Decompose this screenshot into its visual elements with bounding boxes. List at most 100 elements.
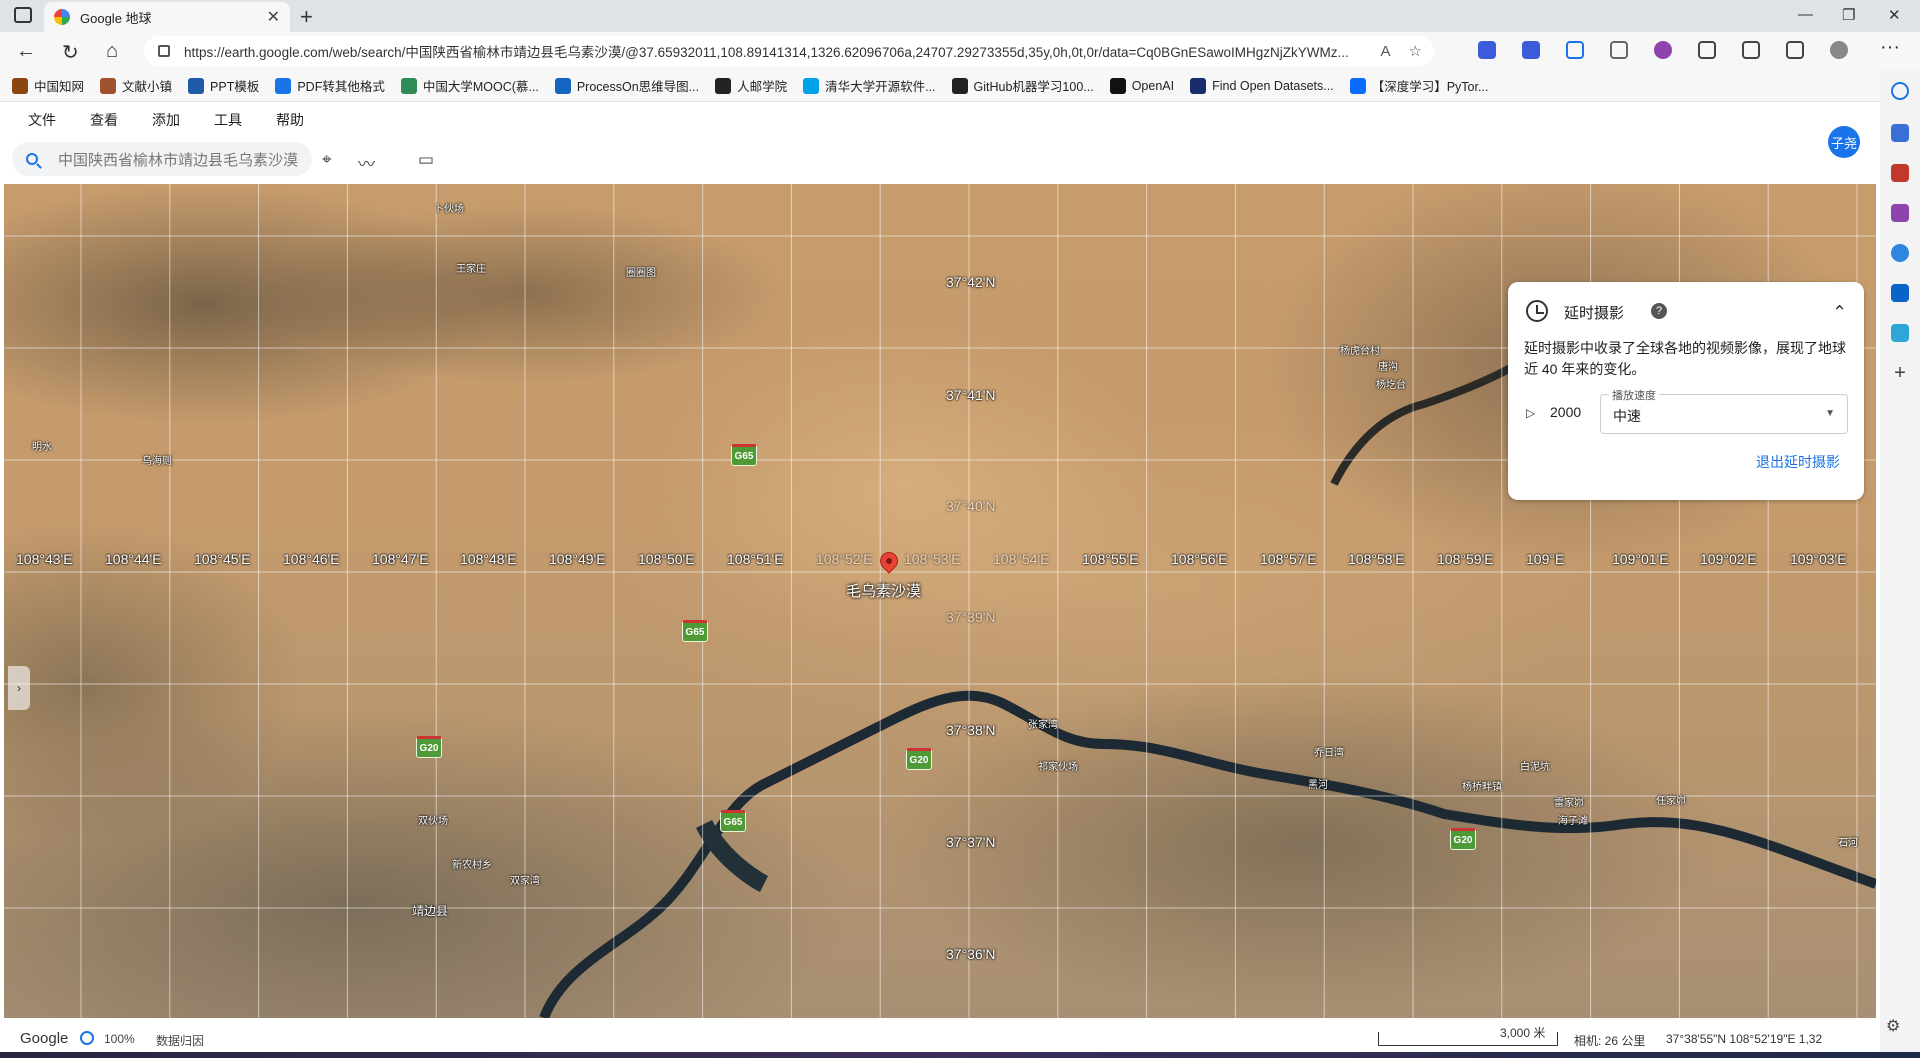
- speed-select[interactable]: 播放速度 中速 ▼: [1600, 387, 1848, 434]
- road-shield[interactable]: G20: [416, 736, 442, 758]
- place-label[interactable]: 任家峁: [1656, 792, 1686, 807]
- place-label[interactable]: 靖边县: [412, 902, 448, 919]
- bookmark[interactable]: Find Open Datasets...: [1190, 77, 1334, 94]
- satellite-map[interactable]: 108°43'E 108°44'E 108°45'E 108°46'E 108°…: [4, 184, 1876, 1018]
- history-icon: [1526, 300, 1548, 322]
- place-label[interactable]: 杨桥畔镇: [1462, 778, 1502, 793]
- favorites-icon[interactable]: [1742, 41, 1760, 59]
- bookmark[interactable]: 清华大学开源软件...: [803, 76, 936, 95]
- bookmark[interactable]: 中国知网: [12, 76, 84, 95]
- bookmark[interactable]: GitHub机器学习100...: [951, 76, 1094, 95]
- pin-label[interactable]: 毛乌素沙漠: [846, 580, 921, 601]
- menu-tools[interactable]: 工具: [214, 110, 242, 130]
- search-box[interactable]: [12, 142, 312, 176]
- place-label[interactable]: 双家湾: [510, 872, 540, 887]
- refresh-icon[interactable]: ↻: [62, 40, 79, 65]
- place-label[interactable]: 双伙场: [418, 812, 448, 827]
- bookmark[interactable]: OpenAI: [1109, 77, 1174, 94]
- menu-view[interactable]: 查看: [90, 110, 118, 130]
- add-icon[interactable]: +: [1891, 363, 1909, 383]
- more-icon[interactable]: ···: [1880, 36, 1900, 59]
- close-window-icon[interactable]: ✕: [1888, 6, 1901, 24]
- minimize-icon[interactable]: —: [1798, 6, 1813, 23]
- extensions-icon[interactable]: [1698, 41, 1716, 59]
- place-label[interactable]: 石河: [1838, 834, 1858, 849]
- games-icon[interactable]: [1891, 204, 1909, 222]
- exit-timelapse-button[interactable]: 退出延时摄影: [1756, 452, 1840, 472]
- place-label[interactable]: 新农村乡: [452, 856, 492, 871]
- lock-icon[interactable]: [158, 45, 170, 57]
- drop-icon[interactable]: [1891, 324, 1909, 342]
- url-field[interactable]: https://earth.google.com/web/search/中国陕西…: [144, 36, 1434, 66]
- extension-icon[interactable]: [1478, 41, 1496, 59]
- placemark-icon[interactable]: ⌖: [322, 150, 332, 170]
- expand-panel-icon[interactable]: ›: [8, 666, 30, 710]
- search-input[interactable]: [58, 150, 298, 168]
- favorite-star-icon[interactable]: ☆: [1409, 42, 1422, 60]
- place-label[interactable]: 圈圈图: [626, 264, 656, 279]
- road-shield[interactable]: G65: [720, 810, 746, 832]
- split-screen-icon[interactable]: [1610, 41, 1628, 59]
- restore-icon[interactable]: ❐: [1842, 6, 1855, 24]
- bookmark[interactable]: 文献小镇: [100, 76, 172, 95]
- ruler-icon[interactable]: ▭: [418, 150, 434, 170]
- place-label[interactable]: 明水: [32, 438, 52, 453]
- place-label[interactable]: 乌海则: [142, 452, 172, 467]
- bookmark[interactable]: PDF转其他格式: [275, 76, 385, 95]
- menu-add[interactable]: 添加: [152, 110, 180, 130]
- timelapse-title: 延时摄影: [1564, 305, 1625, 322]
- place-label[interactable]: 卜伙场: [434, 200, 464, 215]
- place-label[interactable]: 杨虎台村: [1340, 342, 1380, 357]
- bookmark[interactable]: PPT模板: [188, 76, 259, 95]
- place-label[interactable]: 王家庄: [456, 260, 486, 275]
- place-label[interactable]: 白泥坑: [1520, 758, 1550, 773]
- browser-tab[interactable]: Google 地球 ✕: [44, 2, 290, 32]
- screenshot-icon[interactable]: [1566, 41, 1584, 59]
- chevron-up-icon[interactable]: ⌄: [1832, 300, 1847, 321]
- river-bend: [695, 819, 769, 893]
- search-icon[interactable]: [1891, 82, 1909, 100]
- place-label[interactable]: 海子滩: [1558, 812, 1588, 827]
- bookmark[interactable]: 中国大学MOOC(慕...: [400, 76, 539, 95]
- camera-altitude: 相机: 26 公里: [1574, 1034, 1646, 1048]
- collections-icon[interactable]: [1786, 41, 1804, 59]
- tab-actions-icon[interactable]: [14, 7, 32, 23]
- home-icon[interactable]: ⌂: [106, 40, 118, 63]
- new-tab-icon[interactable]: +: [300, 4, 313, 30]
- play-icon[interactable]: ▷: [1526, 406, 1535, 420]
- place-label[interactable]: 杨圪台: [1376, 376, 1406, 391]
- settings-icon[interactable]: ⚙: [1886, 1016, 1900, 1036]
- menu-help[interactable]: 帮助: [276, 110, 304, 130]
- bookmark[interactable]: ProcessOn思维导图...: [554, 76, 699, 95]
- copilot-extension-icon[interactable]: [1654, 41, 1672, 59]
- read-aloud-icon[interactable]: A: [1381, 43, 1391, 60]
- profile-icon[interactable]: [1830, 41, 1848, 59]
- bookmark[interactable]: 人邮学院: [715, 76, 787, 95]
- data-attribution-link[interactable]: 数据归因: [156, 1032, 204, 1049]
- place-label[interactable]: 祁家伙场: [1038, 758, 1078, 773]
- extension-icon[interactable]: [1522, 41, 1540, 59]
- back-icon[interactable]: ←: [16, 40, 36, 63]
- road-shield[interactable]: G20: [1450, 828, 1476, 850]
- close-tab-icon[interactable]: ✕: [267, 7, 280, 27]
- google-earth-favicon-icon: [54, 9, 70, 25]
- outlook-icon[interactable]: [1891, 284, 1909, 302]
- road-shield[interactable]: G65: [682, 620, 708, 642]
- path-icon[interactable]: 〰: [358, 150, 375, 175]
- place-label[interactable]: 乔日湾: [1314, 744, 1344, 759]
- microsoft365-icon[interactable]: [1891, 244, 1909, 262]
- place-label[interactable]: 黑河: [1308, 776, 1328, 791]
- place-label[interactable]: 雷家峁: [1554, 794, 1584, 809]
- bookmark[interactable]: 【深度学习】PyTor...: [1349, 76, 1488, 95]
- road-shield[interactable]: G65: [731, 444, 757, 466]
- place-label[interactable]: 张家湾: [1028, 716, 1058, 731]
- search-icon[interactable]: [26, 153, 38, 165]
- longitude-label: 108°52'E: [816, 551, 873, 567]
- tools-icon[interactable]: [1891, 164, 1909, 182]
- shopping-icon[interactable]: [1891, 124, 1909, 142]
- menu-file[interactable]: 文件: [28, 110, 56, 130]
- place-label[interactable]: 唐沟: [1378, 358, 1398, 373]
- road-shield[interactable]: G20: [906, 748, 932, 770]
- browser-tab-bar: Google 地球 ✕ + — ❐ ✕: [0, 0, 1920, 32]
- help-icon[interactable]: ?: [1651, 303, 1667, 319]
